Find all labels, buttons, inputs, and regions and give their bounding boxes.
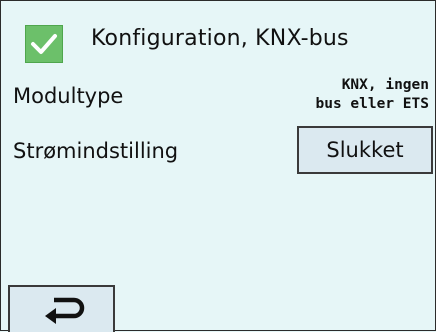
modultype-value: KNX, ingen bus eller ETS xyxy=(289,76,430,114)
screen-frame: Konfiguration, KNX-bus Modultype KNX, in… xyxy=(0,0,436,332)
modultype-value-line2: bus eller ETS xyxy=(315,96,430,112)
stroemindstilling-label: Strømindstilling xyxy=(13,139,179,163)
modultype-value-line1: KNX, ingen xyxy=(341,77,429,93)
back-button[interactable] xyxy=(8,285,115,332)
stroemindstilling-button[interactable]: Slukket xyxy=(297,126,433,174)
return-arrow-icon xyxy=(45,297,85,324)
page-title: Konfiguration, KNX-bus xyxy=(91,26,349,51)
checkbox-enabled[interactable] xyxy=(25,25,63,63)
checkmark-icon xyxy=(31,34,57,54)
modultype-label: Modultype xyxy=(13,84,124,108)
header: Konfiguration, KNX-bus xyxy=(1,1,435,83)
